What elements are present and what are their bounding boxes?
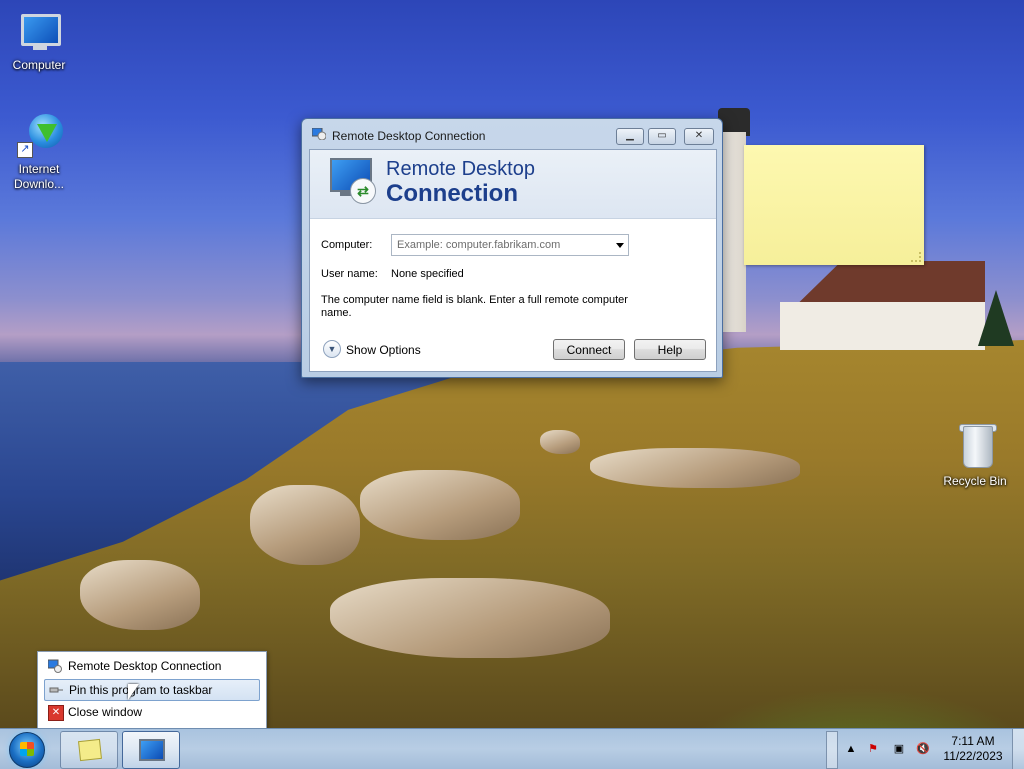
- taskbar-button-sticky-notes[interactable]: [60, 731, 118, 769]
- rdc-icon: [48, 659, 62, 673]
- remote-desktop-icon: ⇄: [328, 158, 378, 206]
- resize-grip-icon[interactable]: [911, 252, 921, 262]
- username-label: User name:: [321, 268, 378, 280]
- rock: [590, 448, 800, 488]
- chevron-down-icon[interactable]: [616, 243, 624, 248]
- windows-logo-icon: [9, 732, 45, 768]
- maximize-button[interactable]: ▭: [648, 128, 676, 145]
- rock: [80, 560, 200, 630]
- window-client-area: ⇄ Remote Desktop Connection Computer: Ex…: [309, 149, 717, 372]
- maximize-icon: ▭: [657, 130, 667, 141]
- network-icon[interactable]: ▣: [892, 742, 906, 756]
- taskbar: ▲ ⚑ ▣ 🔇 7:11 AM 11/22/2023: [0, 728, 1024, 769]
- desktop-icon-computer[interactable]: Computer: [3, 8, 75, 73]
- sticky-notes-icon: [78, 738, 102, 762]
- computer-combobox[interactable]: Example: computer.fabrikam.com: [391, 234, 629, 256]
- title-bar[interactable]: Remote Desktop Connection ▁ ▭ ✕: [302, 119, 722, 149]
- close-icon: ✕: [694, 130, 704, 141]
- rock: [360, 470, 520, 540]
- show-options-link[interactable]: Show Options: [346, 343, 421, 357]
- computer-placeholder: Example: computer.fabrikam.com: [397, 239, 561, 251]
- banner-title-line2: Connection: [386, 180, 518, 207]
- connect-button[interactable]: Connect: [553, 339, 625, 360]
- action-center-flag-icon[interactable]: ⚑: [866, 742, 880, 756]
- jump-item-close-window[interactable]: ✕ Close window: [44, 702, 258, 722]
- show-hidden-icons-icon[interactable]: ▲: [844, 742, 858, 756]
- desktop-icon-label: Computer: [12, 58, 66, 72]
- minimize-button[interactable]: ▁: [616, 128, 644, 145]
- jump-list: Remote Desktop Connection Pin this progr…: [37, 651, 267, 729]
- banner-title-line1: Remote Desktop: [386, 158, 535, 180]
- desktop-icon-label: Internet Downlo...: [13, 162, 65, 191]
- banner: ⇄ Remote Desktop Connection: [310, 150, 716, 219]
- status-message: The computer name field is blank. Enter …: [321, 294, 628, 319]
- desktop-icon-recycle-bin[interactable]: Recycle Bin: [939, 424, 1011, 489]
- username-value: None specified: [391, 268, 464, 280]
- rock: [540, 430, 580, 454]
- window-title: Remote Desktop Connection: [332, 129, 486, 143]
- clock[interactable]: 7:11 AM 11/22/2023: [940, 734, 1006, 764]
- computer-label: Computer:: [321, 239, 373, 251]
- rock: [250, 485, 360, 565]
- rdc-icon: [139, 739, 165, 761]
- recycle-bin-icon: [951, 424, 999, 472]
- rdc-window: Remote Desktop Connection ▁ ▭ ✕ ⇄ Remote…: [301, 118, 723, 378]
- sticky-note[interactable]: [744, 145, 924, 265]
- internet-download-icon: ↗: [15, 112, 63, 160]
- close-icon: ✕: [48, 705, 64, 721]
- rock: [330, 578, 610, 658]
- clock-date: 11/22/2023: [943, 749, 1003, 763]
- volume-muted-icon[interactable]: 🔇: [916, 742, 930, 756]
- desktop-icon-label: Recycle Bin: [943, 474, 1007, 488]
- pin-icon: [49, 687, 63, 693]
- rdc-icon: [312, 128, 326, 140]
- start-button[interactable]: [4, 730, 48, 768]
- show-desktop-button[interactable]: [1012, 729, 1024, 769]
- house: [780, 250, 985, 350]
- jump-item-pin-to-taskbar[interactable]: Pin this program to taskbar: [44, 679, 260, 701]
- taskbar-button-remote-desktop[interactable]: [122, 731, 180, 769]
- clock-time: 7:11 AM: [951, 734, 995, 748]
- lighthouse: [722, 132, 746, 332]
- help-button[interactable]: Help: [634, 339, 706, 360]
- computer-icon: [15, 8, 63, 56]
- taskbar-scroll[interactable]: [826, 731, 838, 769]
- close-button[interactable]: ✕: [684, 128, 714, 145]
- minimize-icon: ▁: [626, 130, 634, 141]
- jump-item-label: Close window: [68, 705, 143, 719]
- jump-item-label: Remote Desktop Connection: [68, 659, 222, 673]
- desktop-icon-internet-download[interactable]: ↗ Internet Downlo...: [3, 112, 75, 192]
- jump-item-label: Pin this program to taskbar: [69, 683, 213, 697]
- mouse-cursor-icon: [128, 684, 139, 700]
- house-wall: [780, 302, 985, 350]
- show-options-chevron-icon[interactable]: ▼: [323, 340, 341, 358]
- jump-item-remote-desktop[interactable]: Remote Desktop Connection: [44, 656, 258, 676]
